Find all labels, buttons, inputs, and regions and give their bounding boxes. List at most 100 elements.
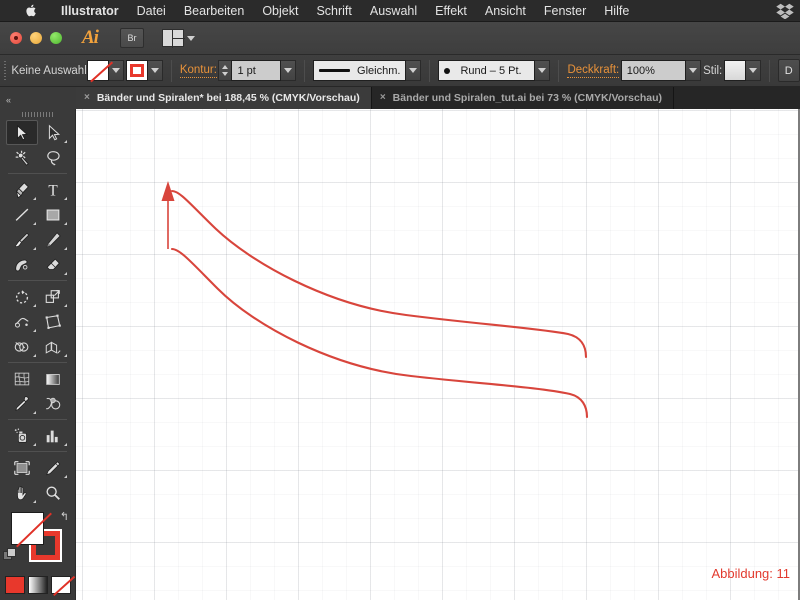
- symbol-sprayer-tool[interactable]: [6, 423, 38, 448]
- menu-item-objekt[interactable]: Objekt: [253, 0, 307, 22]
- menu-item-illustrator[interactable]: Illustrator: [52, 0, 128, 22]
- menu-item-hilfe[interactable]: Hilfe: [595, 0, 638, 22]
- stroke-profile-dropdown-button[interactable]: [406, 60, 422, 81]
- rotate-tool[interactable]: [6, 284, 38, 309]
- width-tool[interactable]: [6, 309, 38, 334]
- type-tool[interactable]: T: [38, 177, 70, 202]
- menu-item-auswahl[interactable]: Auswahl: [361, 0, 426, 22]
- fill-swatch[interactable]: [86, 60, 109, 81]
- stroke-profile-control[interactable]: Gleichm.: [313, 60, 422, 81]
- menu-item-effekt[interactable]: Effekt: [426, 0, 476, 22]
- eyedropper-tool[interactable]: [6, 391, 38, 416]
- tools-divider: [8, 280, 67, 281]
- menu-item-fenster[interactable]: Fenster: [535, 0, 595, 22]
- perspective-grid-tool[interactable]: [38, 334, 70, 359]
- artboard-tool[interactable]: [6, 455, 38, 480]
- close-window-button[interactable]: [10, 32, 22, 44]
- opacity-input[interactable]: 100%: [620, 60, 686, 81]
- zoom-tool[interactable]: [38, 480, 70, 505]
- stroke-profile-value: Gleichm.: [357, 64, 401, 77]
- stroke-weight-stepper[interactable]: [218, 60, 232, 81]
- uniform-profile-icon: [319, 69, 351, 72]
- blend-tool[interactable]: [38, 391, 70, 416]
- stroke-weight-label[interactable]: Kontur:: [179, 64, 217, 78]
- color-mode-buttons: [0, 576, 75, 594]
- close-icon[interactable]: ×: [380, 93, 386, 103]
- tools-panel: « T ↰: [0, 90, 76, 600]
- menu-item-ansicht[interactable]: Ansicht: [476, 0, 535, 22]
- slice-tool[interactable]: [38, 455, 70, 480]
- control-bar-separator: [429, 59, 431, 82]
- arrange-documents-icon: [161, 29, 185, 48]
- control-bar-grip[interactable]: [4, 60, 7, 81]
- tab-baender-und-spiralen-tut[interactable]: × Bänder und Spiralen_tut.ai bei 73 % (C…: [371, 87, 675, 109]
- magic-wand-tool[interactable]: [6, 145, 38, 170]
- opacity-control[interactable]: 100%: [620, 60, 701, 81]
- tool-group-indicator: [64, 197, 67, 200]
- collapse-tools-panel-button[interactable]: «: [0, 90, 76, 109]
- gradient-tool[interactable]: [38, 366, 70, 391]
- close-icon[interactable]: ×: [84, 93, 90, 103]
- pen-tool[interactable]: [6, 177, 38, 202]
- graphic-style-swatch[interactable]: [723, 60, 746, 81]
- launch-bridge-button[interactable]: Br: [119, 28, 144, 48]
- opacity-dropdown-button[interactable]: [685, 60, 701, 81]
- line-segment-tool[interactable]: [6, 202, 38, 227]
- mesh-tool[interactable]: [6, 366, 38, 391]
- graphic-style-control[interactable]: [723, 60, 761, 81]
- brush-definition-control[interactable]: Rund – 5 Pt.: [438, 60, 551, 81]
- fill-color-box[interactable]: [11, 512, 44, 545]
- tab-baender-und-spiralen[interactable]: × Bänder und Spiralen* bei 188,45 % (CMY…: [76, 87, 372, 109]
- gradient-mode-button[interactable]: [27, 576, 48, 594]
- graphic-style-dropdown-button[interactable]: [745, 60, 761, 81]
- stroke-swatch[interactable]: [125, 60, 148, 81]
- chevron-down-icon: [409, 68, 418, 73]
- rectangle-tool[interactable]: [38, 202, 70, 227]
- tool-group-indicator: [32, 354, 36, 357]
- tool-group-indicator: [32, 329, 36, 332]
- tool-group-indicator: [32, 411, 36, 414]
- fill-control[interactable]: [86, 60, 124, 81]
- pencil-tool[interactable]: [38, 227, 70, 252]
- brush-definition-dropdown-button[interactable]: [535, 60, 551, 81]
- brush-definition-input[interactable]: Rund – 5 Pt.: [438, 60, 536, 81]
- document-canvas[interactable]: Abbildung: 11: [76, 109, 800, 600]
- lasso-tool[interactable]: [38, 145, 70, 170]
- none-mode-button[interactable]: [50, 576, 71, 594]
- stroke-dropdown-button[interactable]: [147, 60, 163, 81]
- blob-brush-tool[interactable]: [6, 252, 38, 277]
- dropbox-icon[interactable]: [776, 3, 794, 19]
- menu-item-schrift[interactable]: Schrift: [307, 0, 360, 22]
- stroke-profile-input[interactable]: Gleichm.: [313, 60, 407, 81]
- stroke-color-control[interactable]: [125, 60, 163, 81]
- stroke-weight-dropdown-button[interactable]: [281, 60, 297, 81]
- default-fill-stroke-icon[interactable]: [3, 548, 16, 561]
- menu-item-bearbeiten[interactable]: Bearbeiten: [175, 0, 253, 22]
- tools-divider: [8, 451, 67, 452]
- scale-tool[interactable]: [38, 284, 70, 309]
- menu-item-datei[interactable]: Datei: [128, 0, 175, 22]
- minimize-window-button[interactable]: [30, 32, 42, 44]
- color-mode-button[interactable]: [4, 576, 25, 594]
- tool-group-indicator: [64, 222, 67, 225]
- stroke-weight-control[interactable]: 1 pt: [218, 60, 297, 81]
- stroke-weight-input[interactable]: 1 pt: [231, 60, 282, 81]
- zoom-window-button[interactable]: [50, 32, 62, 44]
- swap-fill-stroke-icon[interactable]: ↰: [60, 510, 69, 523]
- free-transform-tool[interactable]: [38, 309, 70, 334]
- chevron-down-icon: [538, 68, 547, 73]
- chevron-down-icon: [284, 68, 293, 73]
- opacity-label[interactable]: Deckkraft:: [567, 64, 620, 78]
- column-graph-tool[interactable]: [38, 423, 70, 448]
- eraser-tool[interactable]: [38, 252, 70, 277]
- direct-selection-tool[interactable]: [38, 120, 70, 145]
- hand-tool[interactable]: [6, 480, 38, 505]
- apple-logo-icon[interactable]: [20, 0, 42, 22]
- selection-tool[interactable]: [6, 120, 38, 145]
- arrange-documents-button[interactable]: [161, 29, 195, 48]
- shape-builder-tool[interactable]: [6, 334, 38, 359]
- paintbrush-tool[interactable]: [6, 227, 38, 252]
- tool-group-indicator: [32, 197, 36, 200]
- tools-panel-grip[interactable]: [0, 109, 75, 120]
- document-setup-button[interactable]: D: [777, 59, 800, 82]
